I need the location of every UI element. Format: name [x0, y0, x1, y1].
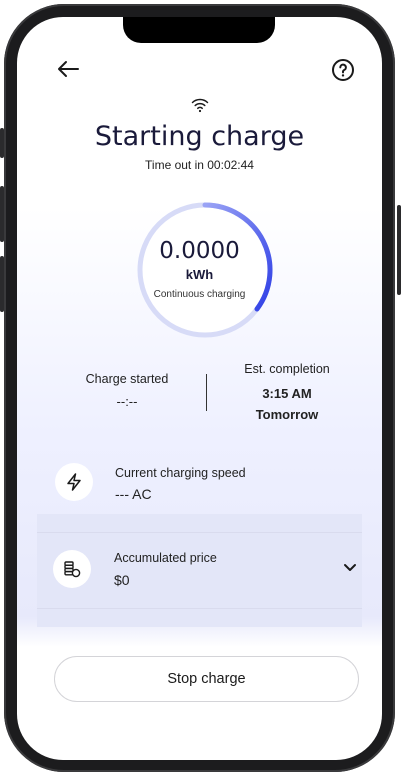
- question-circle-icon: [332, 59, 354, 81]
- charge-started-value: --:--: [116, 394, 138, 409]
- back-button[interactable]: [54, 55, 82, 83]
- est-completion-day: Tomorrow: [255, 407, 319, 422]
- speed-icon-badge: [55, 463, 93, 501]
- arrow-left-icon: [58, 61, 79, 77]
- speed-label: Current charging speed: [115, 466, 246, 480]
- lightning-icon: [67, 473, 81, 491]
- stats-divider: [206, 374, 207, 411]
- price-value: $0: [114, 572, 130, 588]
- charge-started-label: Charge started: [85, 372, 169, 386]
- chevron-down-icon[interactable]: [343, 563, 357, 573]
- price-label: Accumulated price: [114, 551, 217, 565]
- coins-icon: [64, 561, 81, 578]
- page-title: Starting charge: [94, 121, 305, 152]
- est-completion-label: Est. completion: [244, 362, 330, 376]
- stop-charge-button[interactable]: Stop charge: [54, 656, 359, 702]
- notch: [123, 17, 275, 43]
- charging-mode: Continuous charging: [153, 289, 246, 300]
- wifi-icon: [191, 97, 209, 115]
- energy-unit: kWh: [185, 267, 214, 282]
- speed-value: --- AC: [115, 486, 152, 502]
- side-button: [397, 205, 401, 295]
- side-button: [0, 128, 4, 158]
- timeout-text: Time out in 00:02:44: [145, 158, 254, 172]
- help-button[interactable]: [329, 56, 357, 84]
- app-screen: Starting charge Time out in 00:02:44 0.0…: [17, 17, 382, 760]
- est-completion-time: 3:15 AM: [262, 386, 312, 401]
- price-icon-badge: [53, 550, 91, 588]
- side-button: [0, 186, 4, 242]
- price-row[interactable]: Accumulated price $0: [37, 537, 362, 607]
- row-separator: [37, 608, 362, 609]
- side-button: [0, 256, 4, 312]
- energy-value: 0.0000: [159, 238, 240, 264]
- row-separator: [37, 532, 362, 533]
